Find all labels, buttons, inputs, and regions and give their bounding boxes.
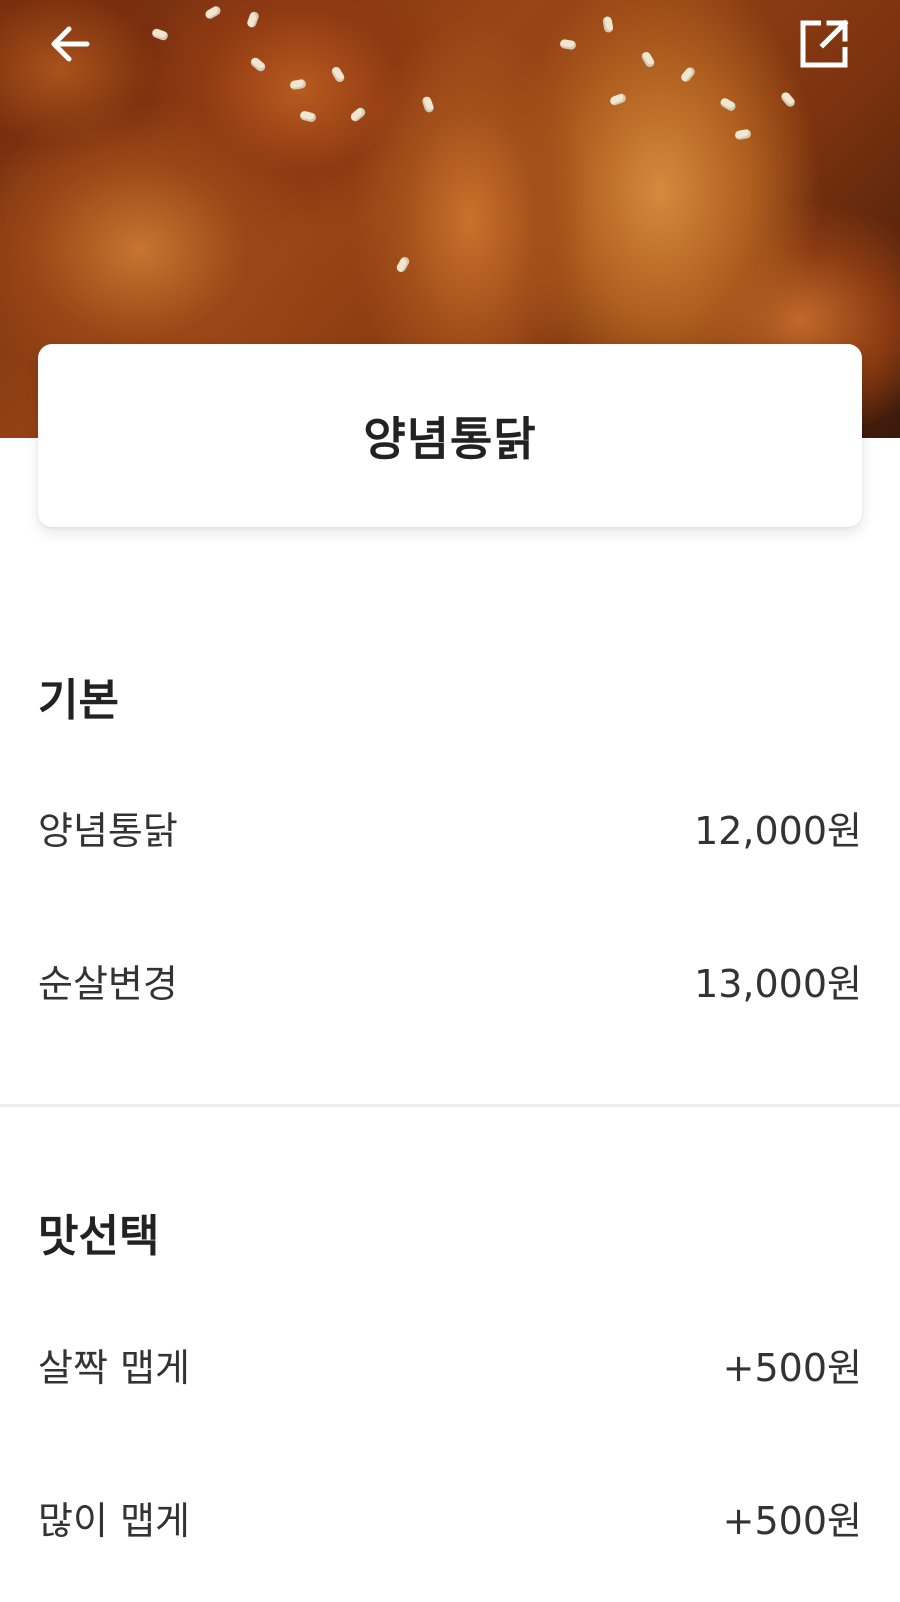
option-price: 13,000원 — [694, 961, 862, 1006]
arrow-left-icon — [51, 26, 90, 62]
product-title-card: 양념통닭 — [38, 344, 862, 527]
option-label: 많이 맵게 — [38, 1498, 190, 1543]
option-row-taste-1[interactable]: 살짝 맵게 +500원 — [38, 1334, 862, 1394]
option-label: 양념통닭 — [38, 808, 178, 853]
back-button[interactable] — [40, 14, 100, 74]
option-label: 순살변경 — [38, 961, 178, 1006]
section-title-taste: 맛선택 — [38, 1211, 160, 1262]
external-share-icon — [800, 19, 849, 68]
option-row-basic-1[interactable]: 양념통닭 12,000원 — [38, 797, 862, 857]
option-label: 살짝 맵게 — [38, 1345, 190, 1390]
option-price: +500원 — [722, 1345, 862, 1390]
product-title: 양념통닭 — [363, 411, 537, 466]
section-title-basic: 기본 — [38, 675, 119, 726]
share-button[interactable] — [794, 14, 854, 74]
option-price: +500원 — [722, 1498, 862, 1543]
option-price: 12,000원 — [694, 808, 862, 853]
option-row-basic-2[interactable]: 순살변경 13,000원 — [38, 950, 862, 1010]
option-row-taste-2[interactable]: 많이 맵게 +500원 — [38, 1487, 862, 1547]
section-divider — [0, 1104, 900, 1107]
